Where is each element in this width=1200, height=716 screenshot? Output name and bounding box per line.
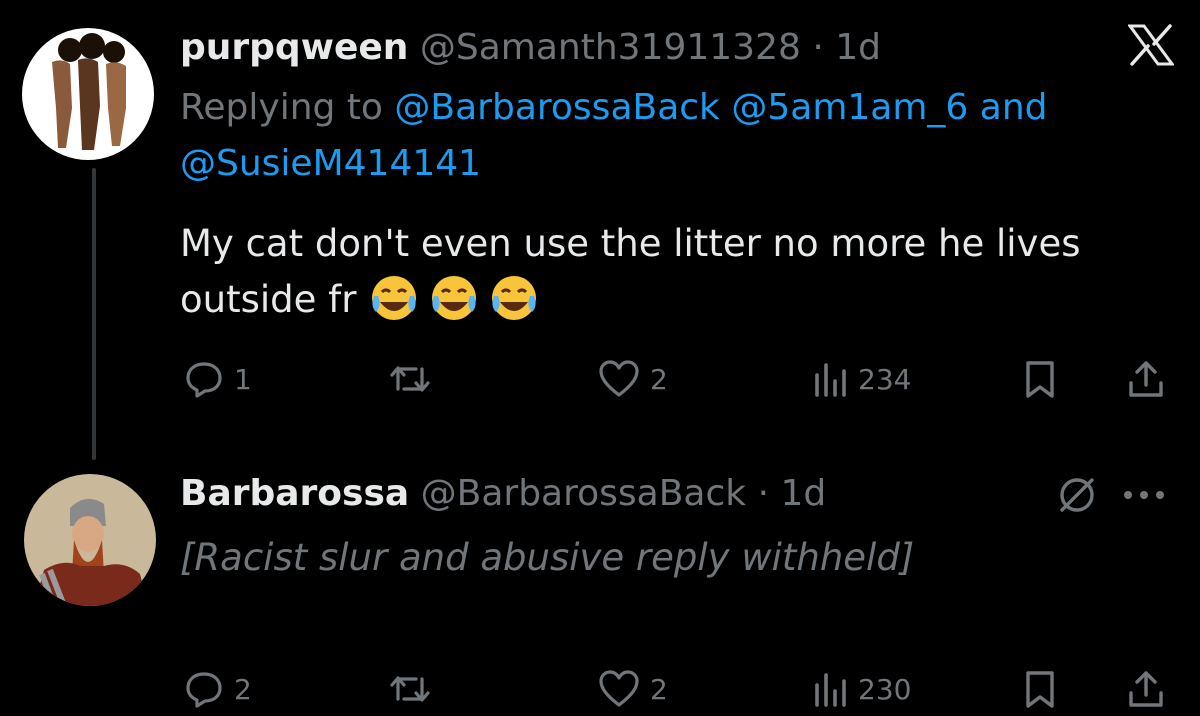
- mention-link-and[interactable]: and: [980, 87, 1048, 128]
- mention-link[interactable]: @BarbarossaBack: [394, 87, 719, 128]
- avatar[interactable]: [22, 28, 154, 160]
- thread-connector-line: [92, 168, 96, 460]
- views-icon: [812, 669, 848, 709]
- reply-icon: [184, 669, 224, 709]
- replying-to-prefix: Replying to: [180, 87, 383, 128]
- like-icon: [598, 669, 640, 709]
- like-count: 2: [650, 362, 668, 396]
- post-text: My cat don't even use the litter no more…: [180, 216, 1176, 328]
- post-header: Barbarossa @BarbarossaBack · 1d: [180, 472, 1176, 516]
- repost-button[interactable]: [388, 664, 442, 714]
- share-button[interactable]: [1126, 664, 1166, 714]
- bookmark-icon: [1022, 359, 1058, 399]
- author-handle[interactable]: @BarbarossaBack: [421, 473, 746, 514]
- blocked-icon[interactable]: [1054, 470, 1100, 520]
- repost-icon: [388, 359, 432, 399]
- post-text-line: My cat don't even use the litter no more…: [180, 222, 1081, 265]
- face-with-tears-of-joy-icon: [488, 272, 540, 324]
- post-time[interactable]: 1d: [835, 27, 881, 68]
- like-count: 2: [650, 672, 668, 706]
- views-button[interactable]: 230: [812, 664, 911, 714]
- views-icon: [812, 359, 848, 399]
- post-time[interactable]: 1d: [780, 473, 826, 514]
- separator: ·: [812, 27, 824, 68]
- share-icon: [1126, 669, 1166, 709]
- post-text-line: outside fr: [180, 278, 357, 321]
- bookmark-icon: [1022, 669, 1058, 709]
- reply-icon: [184, 359, 224, 399]
- post-action-bar: 2 2 230: [180, 664, 1170, 714]
- views-button[interactable]: 234: [812, 354, 911, 404]
- views-count: 234: [858, 362, 912, 396]
- mention-link[interactable]: @SusieM414141: [180, 143, 481, 184]
- like-icon: [598, 359, 640, 399]
- more-options-icon[interactable]: [1120, 470, 1168, 520]
- face-with-tears-of-joy-icon: [368, 272, 420, 324]
- reply-button[interactable]: 2: [184, 664, 252, 714]
- repost-icon: [388, 669, 432, 709]
- mention-link[interactable]: @5am1am_6: [731, 87, 968, 128]
- separator: ·: [757, 473, 770, 514]
- share-button[interactable]: [1126, 354, 1166, 404]
- replying-to: Replying to @BarbarossaBack @5am1am_6 an…: [180, 80, 1140, 192]
- post-text: [Racist slur and abusive reply withheld]: [180, 530, 1176, 586]
- post-text-placeholder: [Racist slur and abusive reply withheld]: [180, 536, 915, 579]
- reply-count: 1: [234, 362, 252, 396]
- post-action-bar: 1 2 234: [180, 354, 1170, 404]
- bookmark-button[interactable]: [1022, 354, 1058, 404]
- like-button[interactable]: 2: [598, 354, 668, 404]
- share-icon: [1126, 359, 1166, 399]
- face-with-tears-of-joy-icon: [428, 272, 480, 324]
- repost-button[interactable]: [388, 354, 442, 404]
- avatar[interactable]: [24, 474, 156, 606]
- author-name[interactable]: purpqween: [180, 27, 408, 68]
- bookmark-button[interactable]: [1022, 664, 1058, 714]
- reply-count: 2: [234, 672, 252, 706]
- post-header: purpqween @Samanth31911328 · 1d: [180, 26, 1176, 70]
- author-name[interactable]: Barbarossa: [180, 473, 409, 514]
- reply-button[interactable]: 1: [184, 354, 252, 404]
- author-handle[interactable]: @Samanth31911328: [420, 27, 801, 68]
- views-count: 230: [858, 672, 912, 706]
- like-button[interactable]: 2: [598, 664, 668, 714]
